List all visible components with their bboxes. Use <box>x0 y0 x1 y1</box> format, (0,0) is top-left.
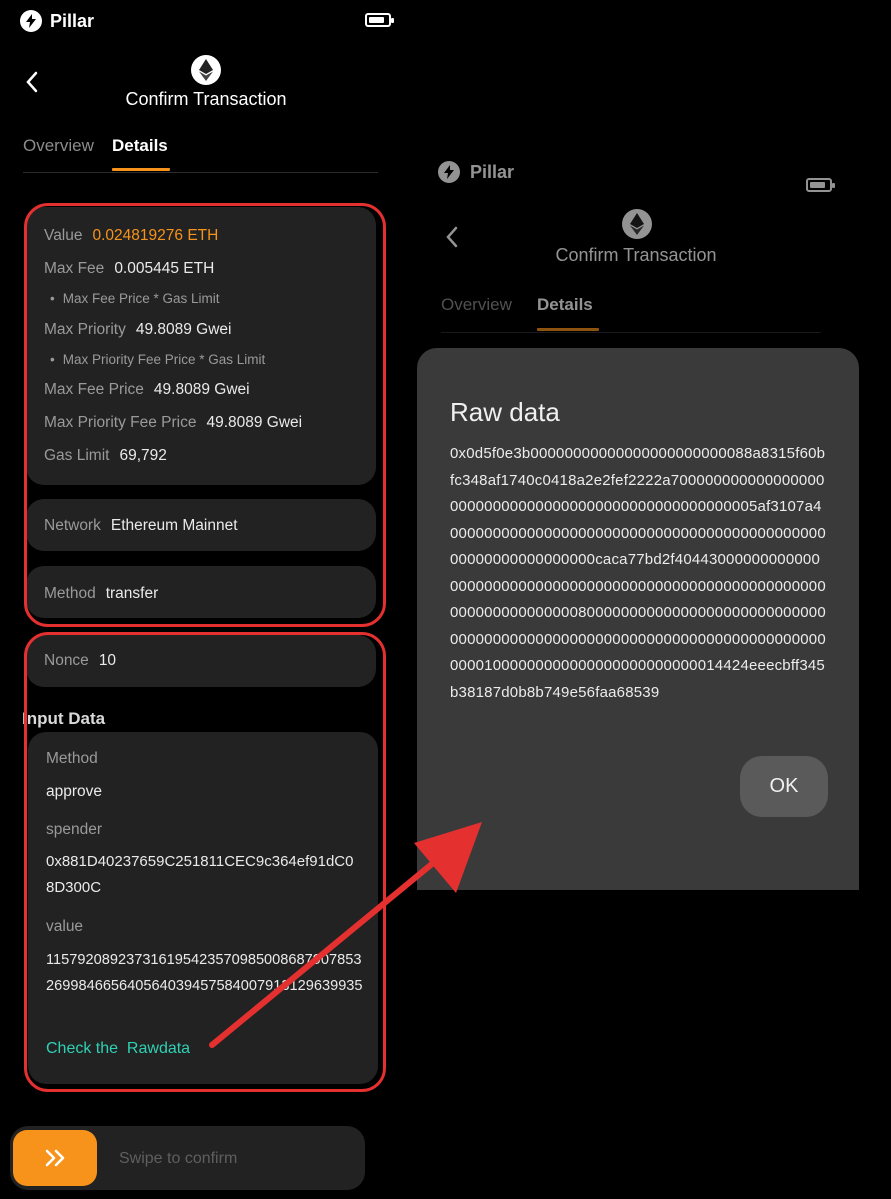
annotation-arrow <box>209 822 482 1048</box>
